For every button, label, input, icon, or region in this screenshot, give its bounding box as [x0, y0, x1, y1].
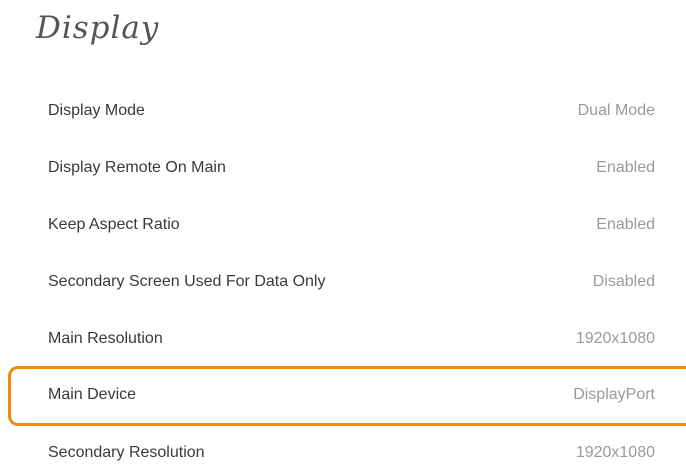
setting-value: DisplayPort: [573, 386, 655, 403]
setting-value: Dual Mode: [577, 102, 655, 119]
setting-label: Main Resolution: [48, 330, 163, 347]
setting-label: Secondary Resolution: [48, 444, 205, 461]
display-settings-page: Display Display Mode Dual Mode Display R…: [0, 0, 686, 466]
setting-row-keep-aspect-ratio[interactable]: Keep Aspect Ratio Enabled: [0, 205, 686, 245]
setting-label: Main Device: [48, 386, 137, 403]
setting-row-main-resolution[interactable]: Main Resolution 1920x1080: [0, 319, 686, 359]
setting-value: Enabled: [596, 159, 655, 176]
setting-value: 1920x1080: [575, 444, 655, 461]
setting-value: Disabled: [592, 273, 655, 290]
setting-row-display-remote-on-main[interactable]: Display Remote On Main Enabled: [0, 148, 686, 188]
setting-label: Display Mode: [48, 102, 145, 119]
setting-value: Enabled: [596, 216, 655, 233]
setting-value: 1920x1080: [575, 330, 655, 347]
settings-list: Display Mode Dual Mode Display Remote On…: [0, 0, 686, 466]
setting-row-display-mode[interactable]: Display Mode Dual Mode: [0, 91, 686, 131]
setting-label: Keep Aspect Ratio: [48, 216, 180, 233]
setting-row-secondary-resolution[interactable]: Secondary Resolution 1920x1080: [0, 433, 686, 466]
setting-row-secondary-screen-data-only[interactable]: Secondary Screen Used For Data Only Disa…: [0, 262, 686, 302]
setting-label: Display Remote On Main: [48, 159, 226, 176]
setting-label: Secondary Screen Used For Data Only: [48, 273, 326, 290]
setting-row-main-device[interactable]: Main Device DisplayPort: [8, 366, 686, 426]
